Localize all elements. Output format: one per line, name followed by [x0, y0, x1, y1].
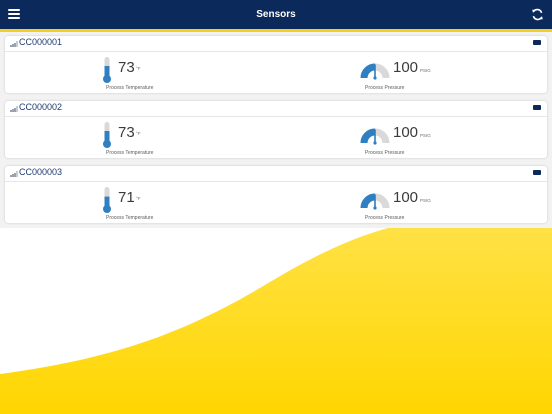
sensor-id: CC000001 — [19, 37, 63, 47]
pressure-unit: PSIG — [420, 198, 431, 203]
battery-icon — [533, 105, 541, 110]
sensor-card-header: CC000001 — [5, 36, 547, 51]
pressure-gauge-icon — [360, 193, 390, 210]
card-divider — [5, 51, 547, 52]
pressure-label: Process Pressure — [365, 85, 405, 91]
top-app-bar: Sensors — [0, 0, 552, 29]
signal-strength-icon — [10, 41, 18, 47]
sensor-card[interactable]: CC000003 71 °F Process Temperature 100 P… — [5, 166, 547, 223]
battery-icon — [533, 40, 541, 45]
card-divider — [5, 116, 547, 117]
pressure-value: 100 — [393, 124, 419, 141]
pressure-unit: PSIG — [420, 133, 431, 138]
sensor-id: CC000002 — [19, 102, 63, 112]
temperature-value: 73 — [118, 124, 135, 141]
battery-icon — [533, 170, 541, 175]
sensor-card-header: CC000002 — [5, 101, 547, 116]
sensor-card-header: CC000003 — [5, 166, 547, 181]
sensor-card[interactable]: CC000002 73 °F Process Temperature 100 P… — [5, 101, 547, 158]
pressure-label: Process Pressure — [365, 215, 405, 221]
page-title: Sensors — [256, 9, 296, 20]
signal-strength-icon — [10, 171, 18, 177]
card-divider — [5, 181, 547, 182]
temperature-unit: °F — [136, 66, 141, 71]
pressure-value: 100 — [393, 189, 419, 206]
signal-strength-icon — [10, 106, 18, 112]
refresh-icon[interactable] — [531, 8, 544, 21]
thermometer-icon — [103, 57, 111, 83]
temperature-unit: °F — [136, 131, 141, 136]
pressure-gauge-icon — [360, 63, 390, 80]
temperature-value: 73 — [118, 59, 135, 76]
sensor-card[interactable]: CC000001 73 °F Process Temperature 100 P… — [5, 36, 547, 93]
temperature-unit: °F — [136, 196, 141, 201]
pressure-gauge-icon — [360, 128, 390, 145]
header-accent-stripe — [0, 29, 552, 32]
temperature-label: Process Temperature — [106, 150, 154, 156]
temperature-label: Process Temperature — [106, 215, 154, 221]
temperature-value: 71 — [118, 189, 135, 206]
thermometer-icon — [103, 187, 111, 213]
pressure-label: Process Pressure — [365, 150, 405, 156]
pressure-unit: PSIG — [420, 68, 431, 73]
temperature-label: Process Temperature — [106, 85, 154, 91]
thermometer-icon — [103, 122, 111, 148]
sensor-id: CC000003 — [19, 167, 63, 177]
pressure-value: 100 — [393, 59, 419, 76]
